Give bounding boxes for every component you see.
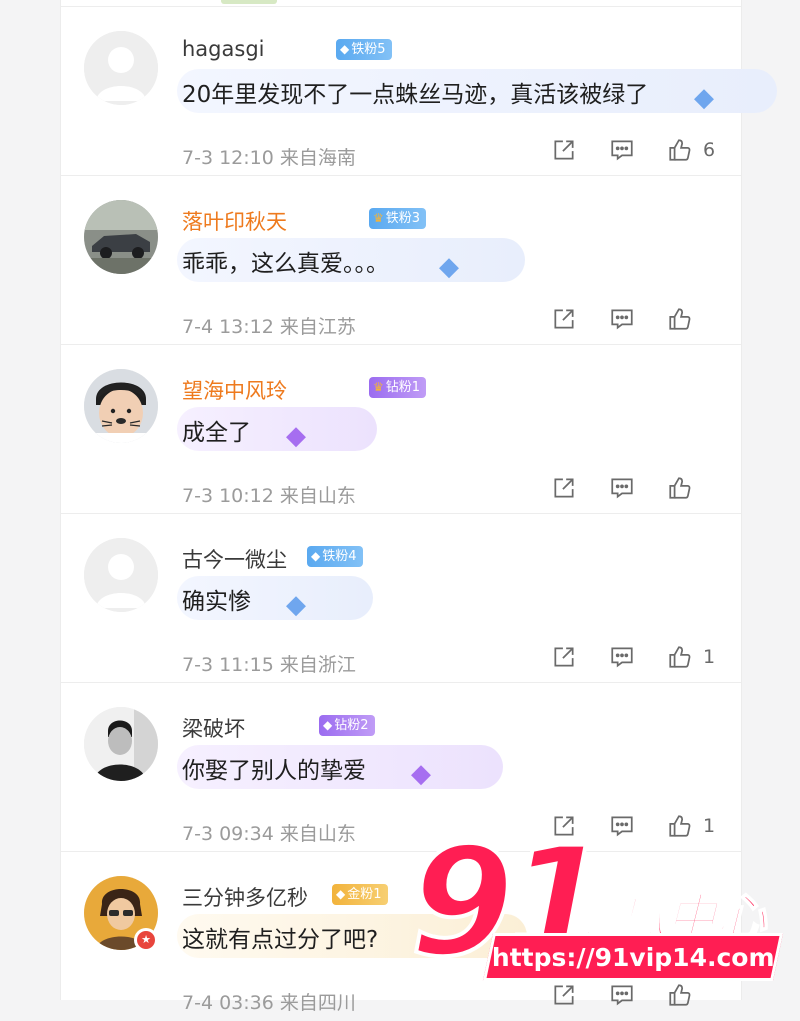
thumbs-up-icon[interactable] — [665, 304, 695, 334]
fan-badge[interactable]: ◆ 铁粉4 — [307, 546, 363, 567]
diamond-icon: ◆ — [323, 718, 333, 732]
fan-badge-label: 钻粉1 — [385, 380, 421, 395]
fan-badge[interactable]: ◆ 金粉1 — [332, 884, 388, 905]
comment-actions: 1 — [521, 642, 717, 672]
username[interactable]: 梁破坏 — [182, 713, 245, 743]
username[interactable]: hagasgi — [182, 37, 264, 61]
fan-badge[interactable]: ◆ 铁粉5 — [336, 39, 392, 60]
comment-text: 成全了 — [182, 420, 251, 446]
watermark-url: https://91vip14.com — [491, 942, 775, 972]
avatar[interactable] — [84, 31, 158, 105]
comment-text: 你娶了别人的挚爱 — [182, 758, 366, 784]
crown-icon: ♛ — [373, 380, 384, 394]
username[interactable]: 古今一微尘 — [182, 544, 287, 574]
thumbs-up-icon[interactable] — [665, 811, 695, 841]
thumbs-up-icon[interactable] — [665, 135, 695, 165]
comment-actions — [521, 473, 717, 503]
fan-badge-label: 铁粉3 — [385, 211, 421, 226]
like-count: 1 — [703, 815, 716, 837]
diamond-icon: ◆ — [439, 252, 459, 282]
comment-icon[interactable] — [607, 980, 637, 1010]
diamond-icon: ◆ — [311, 549, 321, 563]
verified-badge: ★ — [134, 928, 158, 952]
share-icon[interactable] — [549, 135, 579, 165]
fan-badge-label: 金粉1 — [347, 887, 382, 902]
avatar[interactable] — [84, 200, 158, 274]
comment-list: hagasgi ◆ 铁粉5 20年里发现不了一点蛛丝马迹，真活该被绿了 ◆ 7-3… — [60, 0, 777, 1014]
crown-icon: ♛ — [373, 211, 384, 225]
avatar[interactable] — [84, 707, 158, 781]
diamond-icon: ◆ — [694, 83, 714, 113]
comment-item: 望海中风玲 ♛ 钻粉1 成全了 ◆ 7-3 10:12 来自山东 — [61, 345, 741, 514]
thumbs-up-icon[interactable] — [665, 642, 695, 672]
previous-item-edge — [221, 0, 277, 4]
fan-badge[interactable]: ♛ 铁粉3 — [369, 208, 427, 229]
fan-badge[interactable]: ◆ 钻粉2 — [319, 715, 375, 736]
username[interactable]: 落叶印秋天 — [182, 206, 287, 236]
like-count: 6 — [703, 139, 716, 161]
comment-meta: 7-3 10:12 来自山东 — [182, 485, 356, 507]
comment-meta: 7-3 11:15 来自浙江 — [182, 654, 356, 676]
comment-text: 乖乖，这么真爱。。。 — [182, 251, 389, 277]
fan-badge-label: 钻粉2 — [334, 718, 369, 733]
diamond-icon: ◆ — [286, 421, 306, 451]
share-icon[interactable] — [549, 473, 579, 503]
fan-badge-label: 铁粉5 — [351, 42, 386, 57]
share-icon[interactable] — [549, 304, 579, 334]
diamond-icon: ◆ — [340, 42, 350, 56]
comment-actions: 6 — [521, 135, 717, 165]
comment-icon[interactable] — [607, 473, 637, 503]
diamond-icon: ◆ — [286, 590, 306, 620]
share-icon[interactable] — [549, 642, 579, 672]
diamond-icon: ◆ — [411, 759, 431, 789]
watermark-url-banner: https://91vip14.com — [482, 933, 784, 981]
avatar[interactable] — [84, 369, 158, 443]
thumbs-up-icon[interactable] — [665, 980, 695, 1010]
comment-text: 确实惨 — [182, 589, 251, 615]
username[interactable]: 三分钟多亿秒 — [182, 882, 308, 912]
star-icon: ★ — [137, 931, 155, 949]
comment-item: 梁破坏 ◆ 钻粉2 你娶了别人的挚爱 ◆ 7-3 09:34 来自山东 1 — [61, 683, 741, 852]
comment-icon[interactable] — [607, 642, 637, 672]
comment-text: 这就有点过分了吧? — [182, 927, 379, 953]
comment-actions — [521, 304, 717, 334]
thumbs-up-icon[interactable] — [665, 473, 695, 503]
avatar[interactable] — [84, 538, 158, 612]
comment-text: 20年里发现不了一点蛛丝马迹，真活该被绿了 — [182, 82, 649, 108]
diamond-icon: ◆ — [336, 887, 346, 901]
comment-icon[interactable] — [607, 135, 637, 165]
comment-meta: 7-4 03:36 来自四川 — [182, 992, 356, 1014]
comment-icon[interactable] — [607, 811, 637, 841]
fan-badge-label: 铁粉4 — [322, 549, 357, 564]
like-count: 1 — [703, 646, 716, 668]
fan-badge[interactable]: ♛ 钻粉1 — [369, 377, 427, 398]
comment-item: 古今一微尘 ◆ 铁粉4 确实惨 ◆ 7-3 11:15 来自浙江 1 — [61, 514, 741, 683]
comment-item: 落叶印秋天 ♛ 铁粉3 乖乖，这么真爱。。。 ◆ 7-4 13:12 来自江苏 — [61, 176, 741, 345]
comment-meta: 7-3 12:10 来自海南 — [182, 147, 356, 169]
comment-icon[interactable] — [607, 304, 637, 334]
comment-item: hagasgi ◆ 铁粉5 20年里发现不了一点蛛丝马迹，真活该被绿了 ◆ 7-3… — [61, 7, 777, 176]
comment-meta: 7-4 13:12 来自江苏 — [182, 316, 356, 338]
username[interactable]: 望海中风玲 — [182, 375, 287, 405]
comment-meta: 7-3 09:34 来自山东 — [182, 823, 356, 845]
